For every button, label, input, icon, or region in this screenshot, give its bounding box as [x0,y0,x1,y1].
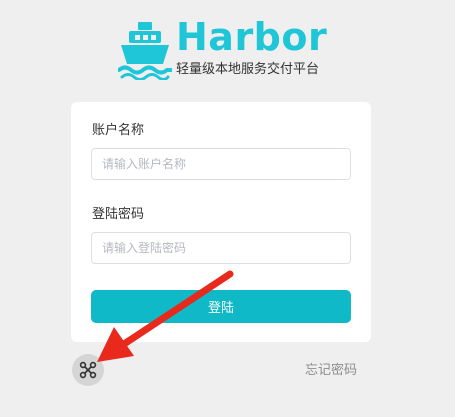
account-label: 账户名称 [92,123,145,138]
password-input[interactable] [91,232,351,264]
oidc-login-button[interactable] [72,354,104,386]
account-input[interactable] [91,148,351,180]
login-button[interactable]: 登陆 [91,290,351,323]
network-nodes-icon [79,361,97,379]
ship-icon [118,22,172,80]
password-label: 登陆密码 [92,207,145,222]
login-card: 账户名称 登陆密码 登陆 [71,102,371,342]
brand-header: Harbor 轻量级本地服务交付平台 [118,15,338,86]
forgot-password-link[interactable]: 忘记密码 [305,363,357,379]
brand-subtitle: 轻量级本地服务交付平台 [176,62,320,77]
brand-title: Harbor [176,15,328,59]
